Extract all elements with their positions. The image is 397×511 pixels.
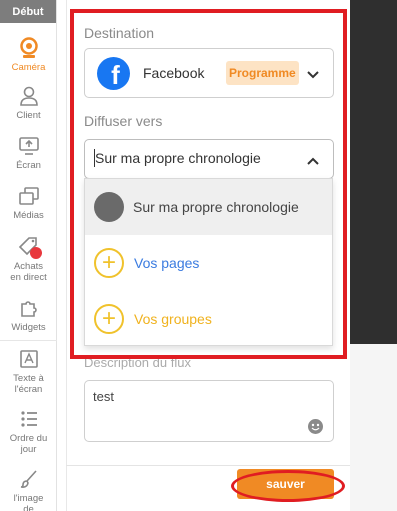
sidebar-item-image[interactable]: l'image de [0, 467, 57, 511]
screen: Début Caméra Client Écran Médias Achats … [0, 0, 397, 511]
user-icon [16, 84, 42, 108]
sidebar-item-label: Widgets [11, 322, 46, 333]
emoji-icon[interactable] [308, 419, 323, 434]
sidebar-item-live-shopping[interactable]: Achats en direct [0, 235, 57, 283]
crown-badge-icon [29, 247, 42, 259]
list-icon [16, 407, 42, 431]
annotation-highlight-box [70, 9, 347, 359]
sidebar-divider [0, 340, 57, 341]
sidebar-item-client[interactable]: Client [0, 84, 57, 121]
video-preview-area [350, 0, 397, 344]
sidebar-top-label[interactable]: Début [0, 0, 56, 23]
description-value: test [93, 389, 114, 404]
sidebar-item-label: Ordre du jour [9, 433, 48, 455]
sidebar-item-label: Caméra [11, 62, 46, 73]
sidebar-item-label: l'image de [13, 493, 44, 511]
media-icon [16, 184, 42, 208]
sidebar-item-label: Médias [13, 210, 44, 221]
text-icon [16, 347, 42, 371]
sidebar-item-label: Texte à l'écran [13, 373, 44, 395]
brush-icon [16, 467, 42, 491]
sidebar-item-agenda[interactable]: Ordre du jour [0, 407, 57, 455]
sidebar-item-label: Client [16, 110, 41, 121]
shopping-tag-icon [16, 235, 42, 259]
sidebar-item-screen-text[interactable]: Texte à l'écran [0, 347, 57, 395]
description-textarea[interactable] [84, 380, 334, 442]
sidebar-item-label: Achats en direct [10, 261, 47, 283]
left-sidebar: Début Caméra Client Écran Médias Achats … [0, 0, 57, 511]
screen-share-icon [16, 134, 42, 158]
background-strip [350, 344, 397, 511]
sidebar-item-camera[interactable]: Caméra [0, 36, 57, 73]
sidebar-item-screen[interactable]: Écran [0, 134, 57, 171]
sidebar-item-widgets[interactable]: Widgets [0, 296, 57, 333]
footer-divider [66, 465, 350, 466]
annotation-highlight-oval [231, 470, 345, 502]
camera-icon [16, 36, 42, 60]
sidebar-item-media[interactable]: Médias [0, 184, 57, 221]
sidebar-item-label: Écran [16, 160, 41, 171]
puzzle-icon [16, 296, 42, 320]
